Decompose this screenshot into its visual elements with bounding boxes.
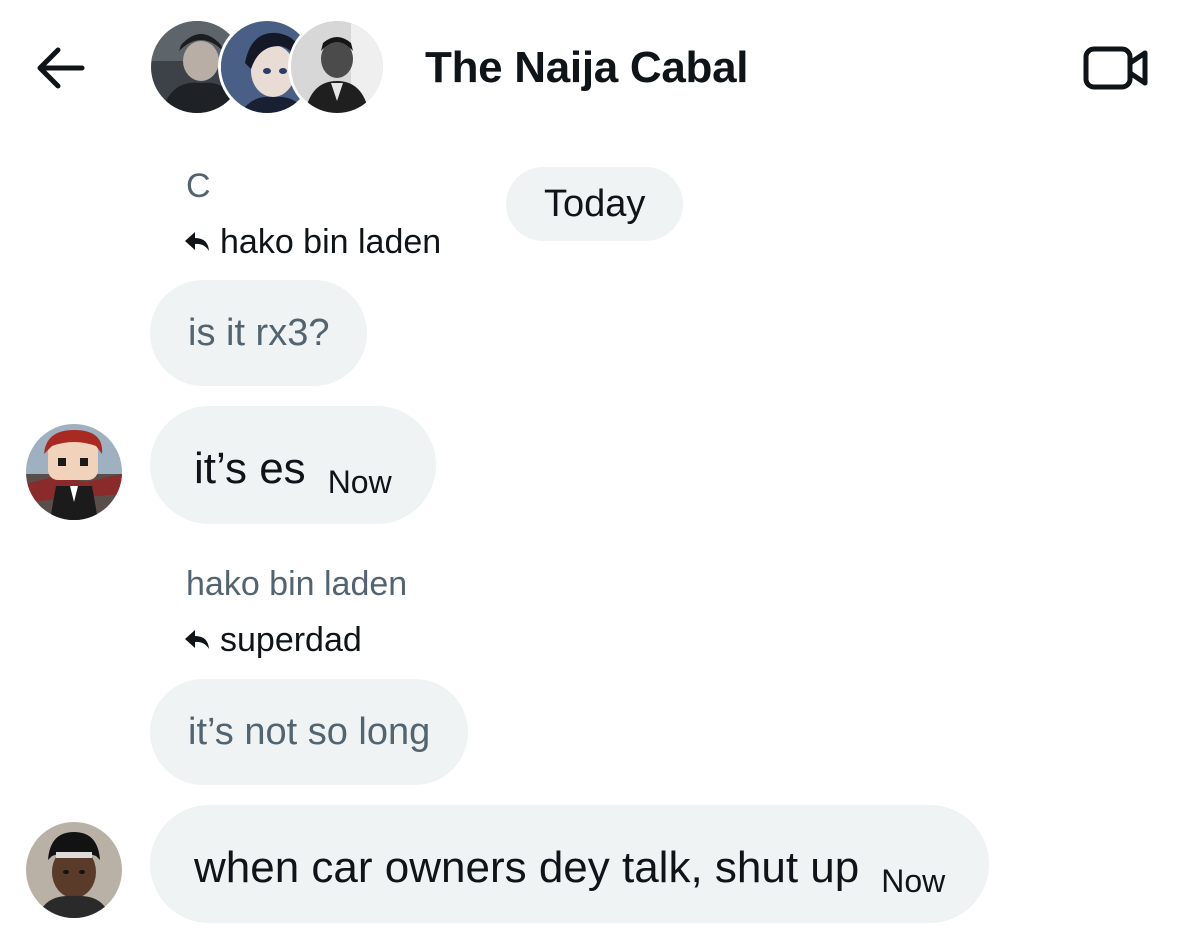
- quoted-message-bubble[interactable]: is it rx3?: [150, 280, 368, 386]
- message-bubble[interactable]: when car owners dey talk, shut up Now: [150, 805, 990, 923]
- group-avatar-stack[interactable]: [148, 18, 390, 116]
- reply-to-name: hako bin laden: [220, 223, 442, 261]
- quoted-message-bubble[interactable]: it’s not so long: [150, 679, 469, 785]
- message-text: when car owners dey talk, shut up: [194, 843, 860, 892]
- reply-icon: [185, 232, 209, 251]
- avatar[interactable]: [26, 424, 122, 520]
- back-button[interactable]: [30, 40, 90, 96]
- video-camera-icon: [1083, 46, 1148, 90]
- group-title[interactable]: The Naija Cabal: [425, 38, 748, 98]
- message-text: it’s es: [194, 444, 306, 493]
- user-avatar-image: [26, 424, 122, 520]
- member-avatar-3: [288, 18, 386, 116]
- reply-icon: [185, 630, 209, 649]
- quoted-sender-name: hako bin laden: [186, 565, 408, 603]
- message-bubble[interactable]: it’s es Now: [150, 406, 436, 524]
- video-call-button[interactable]: [1074, 36, 1158, 100]
- reply-reference: superdad: [184, 620, 362, 660]
- avatar[interactable]: [26, 822, 122, 918]
- quoted-sender-name: C: [186, 167, 211, 205]
- user-avatar-image: [26, 822, 122, 918]
- message-timestamp: Now: [327, 464, 392, 500]
- reply-to-name: superdad: [220, 621, 362, 659]
- arrow-left-icon: [37, 47, 85, 89]
- message-timestamp: Now: [881, 863, 946, 899]
- reply-reference: hako bin laden: [184, 222, 441, 262]
- date-separator: Today: [506, 167, 684, 241]
